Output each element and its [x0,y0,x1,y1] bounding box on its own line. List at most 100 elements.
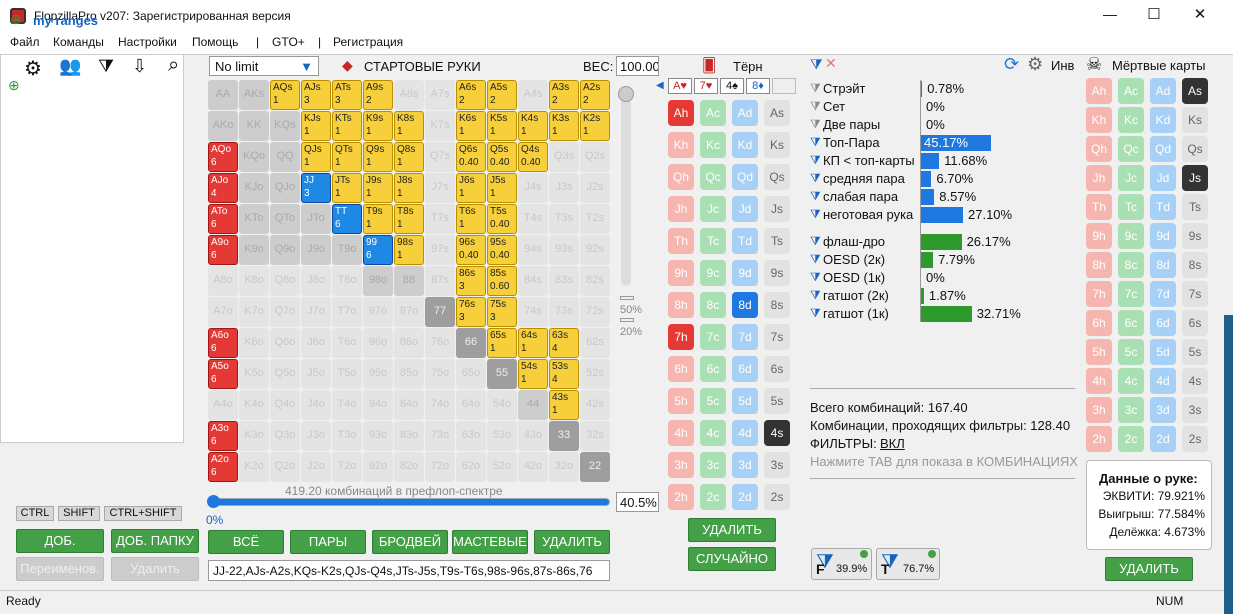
hand-cell[interactable]: Q2o [270,452,300,482]
stat-filter-icon[interactable]: ⧩ [810,117,821,132]
hand-cell[interactable]: 85s 0.60 [487,266,517,296]
hand-cell[interactable]: 52s [580,359,610,389]
hand-cell[interactable]: 72o [425,452,455,482]
stat-filter-icon[interactable]: ⧩ [810,288,821,303]
hand-cell[interactable]: 82o [394,452,424,482]
dead-card-5d[interactable]: 5d [1150,339,1176,365]
hand-cell[interactable]: 53o [487,421,517,451]
hand-cell[interactable]: K5o [239,359,269,389]
dead-card-9c[interactable]: 9c [1118,223,1144,249]
menu-gto[interactable]: GTO+ [272,35,305,49]
hand-cell[interactable]: 92s [580,235,610,265]
hand-cell[interactable]: T3s [549,204,579,234]
stat-filter-icon[interactable]: ⧩ [810,189,821,204]
board-card-9s[interactable]: 9s [764,260,790,286]
hand-cell[interactable]: Q7s [425,142,455,172]
board-card-2h[interactable]: 2h [668,484,694,510]
board-card-Qc[interactable]: Qc [700,164,726,190]
hand-cell[interactable]: 94s [518,235,548,265]
filter-add-icon[interactable]: ⧩ [98,56,114,77]
hand-cell[interactable]: J9s 1 [363,173,393,203]
menu-help[interactable]: Помощь [192,35,238,49]
hand-cell[interactable]: TT 6 [332,204,362,234]
hand-cell[interactable]: 76o [425,328,455,358]
hand-cell[interactable]: J3s [549,173,579,203]
hand-cell[interactable]: 87s [425,266,455,296]
hand-cell[interactable]: QJo [270,173,300,203]
hand-cell[interactable]: Q7o [270,297,300,327]
board-card-1[interactable]: A♥ [668,78,692,94]
dead-card-5c[interactable]: 5c [1118,339,1144,365]
rename-button[interactable]: Переименов. [16,557,104,581]
hand-cell[interactable]: 96s 0.40 [456,235,486,265]
weight-input[interactable]: 100.00 [616,56,659,76]
dead-card-3h[interactable]: 3h [1086,397,1112,423]
hand-cell[interactable]: 83o [394,421,424,451]
hand-cell[interactable]: 84s [518,266,548,296]
dead-card-8d[interactable]: 8d [1150,252,1176,278]
clear-filter-icon[interactable]: ✕ [825,55,837,72]
board-card-Tc[interactable]: Tc [700,228,726,254]
hand-cell[interactable]: JTo [301,204,331,234]
hand-cell[interactable]: ATs 3 [332,80,362,110]
minimize-button[interactable]: — [1100,6,1120,22]
dead-card-4d[interactable]: 4d [1150,368,1176,394]
hand-cell[interactable]: 74o [425,390,455,420]
stat-label[interactable]: гатшот (1к) [823,305,889,323]
percent-slider-track[interactable] [621,86,631,286]
hand-cell[interactable]: Q6s 0.40 [456,142,486,172]
hand-cell[interactable]: 63o [456,421,486,451]
board-card-Kd[interactable]: Kd [732,132,758,158]
board-card-Jc[interactable]: Jc [700,196,726,222]
hand-cell[interactable]: 54o [487,390,517,420]
menu-commands[interactable]: Команды [53,35,104,49]
stat-label[interactable]: Топ-Пара [823,134,880,152]
hand-cell[interactable]: T6s 1 [456,204,486,234]
hand-cell[interactable]: T2o [332,452,362,482]
hand-cell[interactable]: T3o [332,421,362,451]
hand-cell[interactable]: KQo [239,142,269,172]
hand-cell[interactable]: ATo 6 [208,204,238,234]
search-icon[interactable]: ⌕ [168,54,179,77]
refresh-icon[interactable]: ⟳ [1004,54,1019,75]
hand-cell[interactable]: QTo [270,204,300,234]
dead-card-Jc[interactable]: Jc [1118,165,1144,191]
board-card-7d[interactable]: 7d [732,324,758,350]
dead-card-3c[interactable]: 3c [1118,397,1144,423]
hand-cell[interactable]: 43o [518,421,548,451]
hand-cell[interactable]: AA [208,80,238,110]
hand-cell[interactable]: J5s 1 [487,173,517,203]
hand-cell[interactable]: K3o [239,421,269,451]
dead-card-3s[interactable]: 3s [1182,397,1208,423]
board-random-button[interactable]: СЛУЧАЙНО [688,547,776,571]
hand-cell[interactable]: 65s 1 [487,328,517,358]
filter-icon[interactable]: ⧩ [810,56,823,73]
hand-cell[interactable]: K3s 1 [549,111,579,141]
hand-cell[interactable]: 33 [549,421,579,451]
board-card-6d[interactable]: 6d [732,356,758,382]
hand-cell[interactable]: 63s 4 [549,328,579,358]
board-card-8c[interactable]: 8c [700,292,726,318]
dead-card-4s[interactable]: 4s [1182,368,1208,394]
hand-cell[interactable]: KTs 1 [332,111,362,141]
hand-cell[interactable]: A8s [394,80,424,110]
board-card-Ts[interactable]: Ts [764,228,790,254]
hand-cell[interactable]: KJs 1 [301,111,331,141]
hand-cell[interactable]: JJ 3 [301,173,331,203]
import-icon[interactable]: ⇩ [132,56,147,77]
board-card-Kh[interactable]: Kh [668,132,694,158]
hand-cell[interactable]: 32s [580,421,610,451]
settings-icon[interactable]: ⚙ [24,56,42,81]
hand-cell[interactable]: 92o [363,452,393,482]
dead-card-Qc[interactable]: Qc [1118,136,1144,162]
hand-cell[interactable]: Q3s [549,142,579,172]
hand-cell[interactable]: J2o [301,452,331,482]
board-card-7h[interactable]: 7h [668,324,694,350]
dead-card-6c[interactable]: 6c [1118,310,1144,336]
hand-cell[interactable]: K4o [239,390,269,420]
board-card-3d[interactable]: 3d [732,452,758,478]
hand-cell[interactable]: 54s 1 [518,359,548,389]
hand-cell[interactable]: 52o [487,452,517,482]
board-card-Js[interactable]: Js [764,196,790,222]
hand-cell[interactable]: 86o [394,328,424,358]
